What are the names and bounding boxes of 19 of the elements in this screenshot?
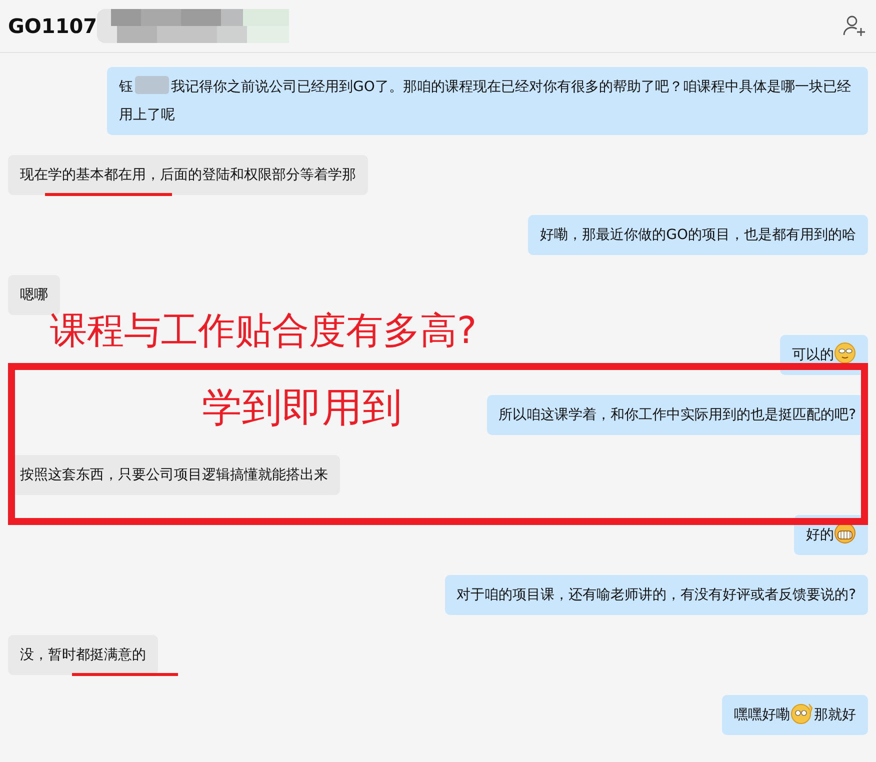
chat-title: GO1107 xyxy=(8,14,98,38)
message-text: 那就好 xyxy=(814,706,856,725)
message-text: 嗯哪 xyxy=(20,286,48,305)
message-text: 好嘞，那最近你做的GO的项目，也是都有用到的哈 xyxy=(540,226,856,245)
emoji-icon xyxy=(790,702,814,724)
message-text: 钰 我记得你之前说公司已经用到GO了。那咱的课程现在已经对你有很多的帮助了吧？咱课程中具体是哪一块已经用上了呢 xyxy=(119,73,856,129)
message-text: 没，暂时都挺满意的 xyxy=(20,646,146,665)
annotation-text: 课程与工作贴合度有多高? xyxy=(50,308,477,354)
message-text: 所以咱这课学着，和你工作中实际用到的也是挺匹配的吧? xyxy=(498,406,856,425)
message-text: 可以的 xyxy=(792,346,834,365)
emoji-icon xyxy=(834,522,856,544)
message-text: 现在学的基本都在用，后面的登陆和权限部分等着学那 xyxy=(20,166,356,185)
add-user-icon[interactable] xyxy=(842,14,866,38)
annotation-text: 学到即用到 xyxy=(202,384,402,433)
emoji-icon xyxy=(834,342,856,364)
message-text: 好的 xyxy=(806,526,834,545)
message-text: 对于咱的项目课，还有喻老师讲的，有没有好评或者反馈要说的? xyxy=(456,586,856,605)
message-text: 嘿嘿好嘞 xyxy=(734,706,790,725)
message-text: 按照这套东西，只要公司项目逻辑搞懂就能搭出来 xyxy=(20,466,328,485)
